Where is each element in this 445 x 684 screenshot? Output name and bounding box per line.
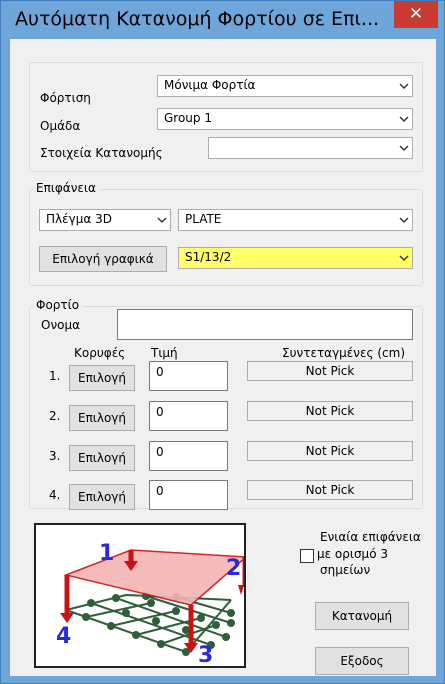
- distribution-elements-select[interactable]: [208, 137, 413, 159]
- vertex-2-select-button[interactable]: Επιλογή: [69, 405, 135, 431]
- surface-type-select[interactable]: Πλέγμα 3D: [39, 209, 171, 231]
- vertex-1-coordinates: Not Pick: [247, 361, 413, 381]
- value-column-header: Τιμή: [151, 346, 178, 360]
- vertex-4-value-input[interactable]: 0: [149, 480, 228, 510]
- vertex-3-coordinates: Not Pick: [247, 441, 413, 461]
- window-title: Αυτόματη Κατανομή Φορτίου σε Επι...: [15, 8, 380, 30]
- chevron-down-icon: [399, 144, 409, 152]
- vertex-index: 3.: [49, 449, 61, 463]
- exit-button[interactable]: Εξοδος: [315, 647, 409, 675]
- load-legend: Φορτίο: [33, 298, 83, 312]
- chevron-down-icon: [399, 216, 409, 224]
- chevron-down-icon: [399, 115, 409, 123]
- load-name-input[interactable]: [117, 309, 413, 340]
- uniform-surface-label-line1: Ενιαία επιφάνεια: [320, 530, 421, 544]
- corner-label-2: 2: [226, 556, 241, 581]
- loading-label: Φόρτιση: [40, 91, 91, 105]
- loading-select-value: Μόνιμα Φορτία: [164, 78, 256, 92]
- close-button[interactable]: ✕: [394, 1, 438, 28]
- title-bar[interactable]: Αυτόματη Κατανομή Φορτίου σε Επι... ✕: [1, 1, 444, 39]
- vertex-1-value-input[interactable]: 0: [149, 361, 228, 391]
- vertices-column-header: Κορυφές: [74, 346, 126, 360]
- plate-diagram: 1 2 3 4: [56, 541, 248, 668]
- coordinates-column-header: Συντεταγμένες (cm): [282, 346, 405, 360]
- dialog-window: Αυτόματη Κατανομή Φορτίου σε Επι... ✕ Φό…: [0, 0, 445, 684]
- group-label: Ομάδα: [40, 119, 81, 133]
- chevron-down-icon: [399, 254, 409, 262]
- vertex-index: 2.: [49, 409, 61, 423]
- vertex-1-select-button[interactable]: Επιλογή: [69, 365, 135, 391]
- surface-element-value: PLATE: [185, 212, 222, 226]
- corner-label-4: 4: [56, 624, 71, 649]
- loading-select[interactable]: Μόνιμα Φορτία: [157, 75, 413, 97]
- distribution-elements-label: Στοιχεία Κατανομής: [40, 146, 163, 160]
- plate-illustration: 1 2 3 4: [34, 523, 248, 668]
- vertex-3-value-input[interactable]: 0: [149, 441, 228, 471]
- vertex-index: 1.: [49, 369, 61, 383]
- group-select-value: Group 1: [164, 111, 212, 125]
- vertex-2-value-input[interactable]: 0: [149, 401, 228, 431]
- uniform-surface-checkbox[interactable]: [300, 549, 314, 563]
- surface-legend: Επιφάνεια: [33, 181, 99, 195]
- vertex-2-coordinates: Not Pick: [247, 401, 413, 421]
- surface-type-value: Πλέγμα 3D: [46, 212, 112, 226]
- vertex-4-coordinates: Not Pick: [247, 480, 413, 500]
- surface-selection-select[interactable]: S1/13/2: [178, 247, 413, 269]
- surface-selection-value: S1/13/2: [185, 250, 232, 264]
- vertex-4-select-button[interactable]: Επιλογή: [69, 484, 135, 510]
- uniform-surface-label-line2: με ορισμό 3: [317, 547, 388, 561]
- uniform-surface-label-line3: σημείων: [320, 563, 371, 577]
- graphic-select-button[interactable]: Επιλογή γραφικά: [39, 246, 167, 272]
- corner-label-3: 3: [198, 643, 213, 666]
- vertex-index: 4.: [49, 488, 61, 502]
- surface-element-select[interactable]: PLATE: [178, 209, 413, 231]
- plate-surface: [63, 549, 248, 606]
- chevron-down-icon: [157, 216, 167, 224]
- load-name-label: Ονομα: [41, 318, 81, 332]
- corner-label-1: 1: [99, 541, 114, 566]
- group-select[interactable]: Group 1: [157, 108, 413, 130]
- distribute-button[interactable]: Κατανομή: [315, 602, 409, 630]
- chevron-down-icon: [399, 82, 409, 90]
- vertex-3-select-button[interactable]: Επιλογή: [69, 445, 135, 471]
- close-icon: ✕: [408, 4, 424, 24]
